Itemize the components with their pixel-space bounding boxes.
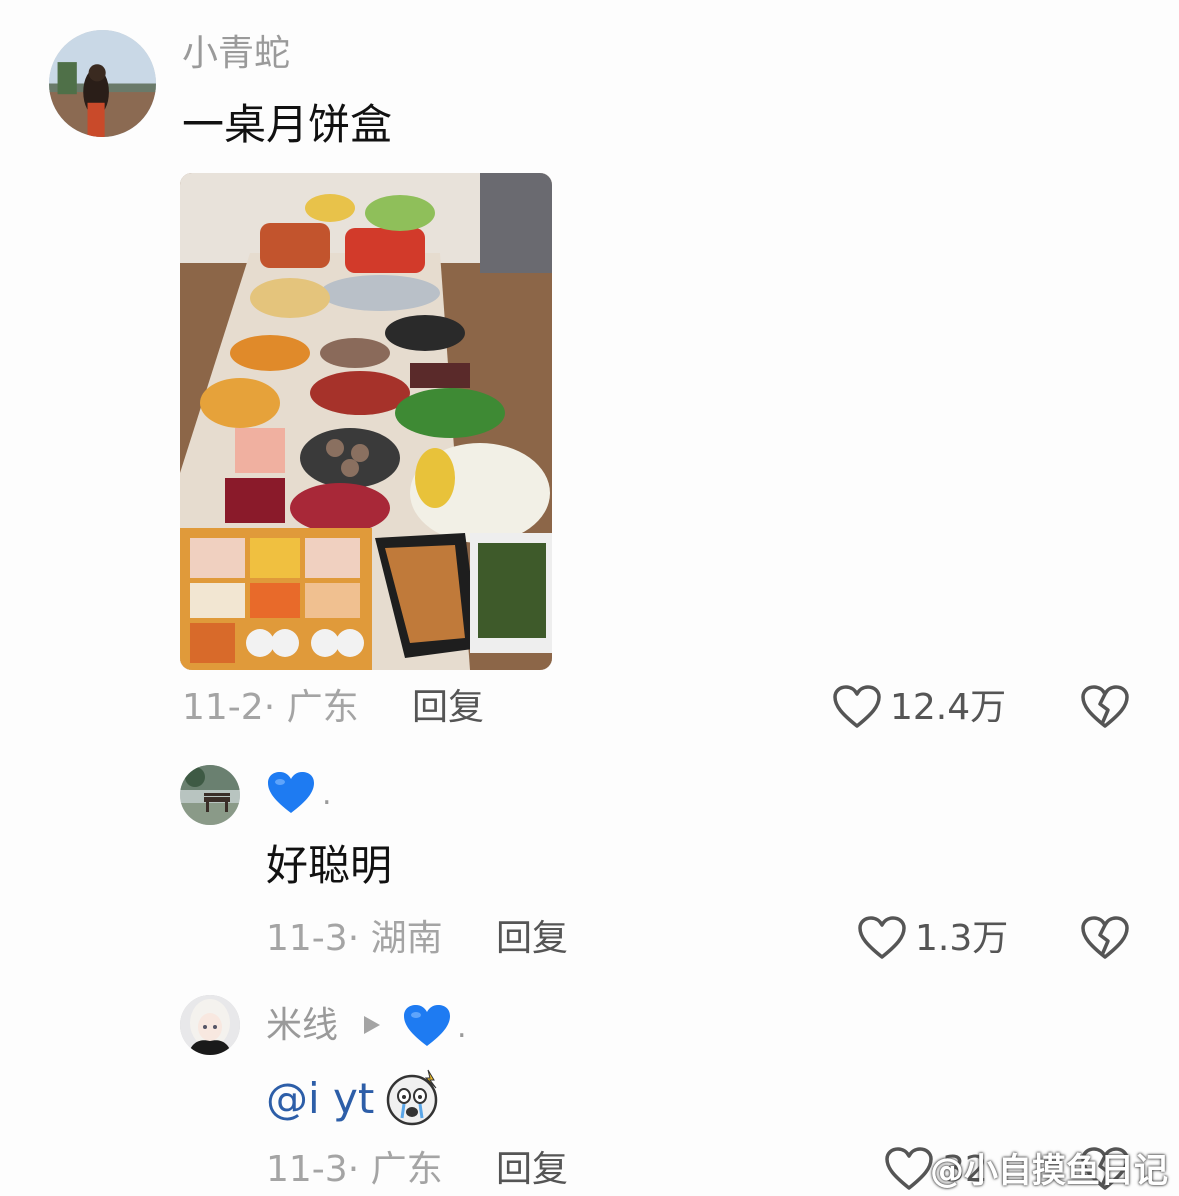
comment-username[interactable]: 小青蛇 (182, 36, 290, 72)
avatar[interactable] (49, 30, 156, 137)
username-dot: . (457, 1010, 467, 1045)
comment-photo[interactable] (180, 173, 552, 670)
comment-username[interactable]: 米线 (266, 1008, 338, 1044)
avatar[interactable] (180, 995, 240, 1055)
comment-date-location: 11-2· 广东 (182, 687, 359, 728)
comment-text: 好聪明 (266, 841, 393, 890)
username-dot: . (322, 777, 332, 812)
like-button[interactable] (857, 915, 907, 961)
heart-outline-icon (858, 916, 906, 959)
broken-heart-icon (1081, 916, 1129, 959)
comment-text: 一桌月饼盒 (182, 100, 393, 149)
heart-outline-icon (885, 1147, 933, 1190)
triangle-right-icon (362, 1014, 382, 1036)
comment-date-location: 11-3· 广东 (266, 1149, 443, 1190)
watermark: @小自摸鱼日记 (930, 1151, 1168, 1191)
heart-outline-icon (833, 685, 881, 728)
reply-button[interactable]: 回复 (412, 690, 484, 726)
comment-date-location: 11-3· 湖南 (266, 918, 443, 959)
avatar-image (180, 995, 240, 1055)
crying-face-emoji (384, 1068, 442, 1126)
like-button[interactable] (832, 684, 882, 730)
avatar-image (49, 30, 156, 137)
mention-link[interactable]: @i yt (266, 1078, 374, 1120)
reply-button[interactable]: 回复 (496, 1152, 568, 1188)
like-count: 1.3万 (915, 918, 1009, 959)
like-count: 12.4万 (890, 687, 1007, 728)
avatar-image (180, 765, 240, 825)
broken-heart-icon (1081, 685, 1129, 728)
hotpot-table-image (180, 173, 552, 670)
dislike-button[interactable] (1080, 915, 1130, 961)
like-button[interactable] (884, 1146, 934, 1192)
blue-heart-emoji (402, 1003, 452, 1049)
reply-button[interactable]: 回复 (496, 921, 568, 957)
dislike-button[interactable] (1080, 684, 1130, 730)
blue-heart-emoji (266, 770, 316, 816)
avatar[interactable] (180, 765, 240, 825)
